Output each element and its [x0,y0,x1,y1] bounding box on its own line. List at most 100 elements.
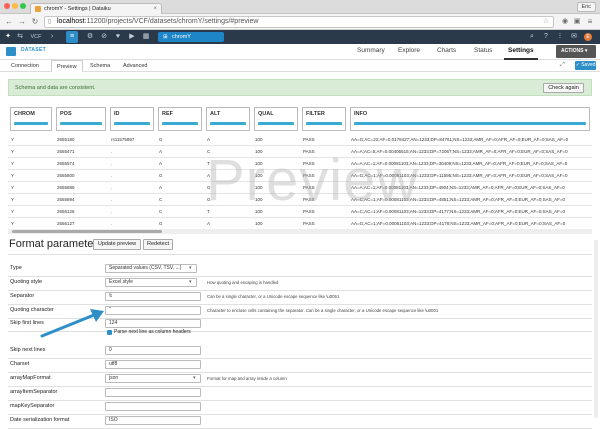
field-input[interactable]: Separated values (CSV, TSV, ...) [105,264,197,273]
current-dataset-pill[interactable]: ⊞ chromY [158,32,224,42]
table-cell: 2655800 [54,170,108,182]
search-icon[interactable]: ⌕ [528,33,536,41]
chevron-down-icon[interactable]: ▾ [193,375,196,381]
annotation-arrow-icon [40,309,104,338]
settings-subtabs: Connection Preview Schema Advanced ⤢ ✓ S… [0,60,600,72]
table-cell: 2656127 [54,218,108,228]
subtab-connection[interactable]: Connection [6,60,44,72]
field-label: arrayItemSeparator [10,389,58,395]
table-cell: . [108,182,156,194]
column-header[interactable]: ID [110,107,154,131]
tab-explore[interactable]: Explore [398,47,420,54]
field-input[interactable]: json [105,374,201,383]
table-cell: . [108,158,156,170]
table-cell: 100 [252,134,300,146]
field-input[interactable] [105,388,201,397]
actions-button[interactable]: ACTIONS ▾ [556,45,596,58]
chevron-down-icon[interactable]: ▾ [189,279,192,285]
field-help: Format for map and array inside a column [207,376,287,381]
dashboard-icon[interactable]: ▦ [142,33,150,41]
row-divider [8,386,592,387]
subtab-preview[interactable]: Preview [51,60,83,72]
column-header[interactable]: ALT [206,107,250,131]
column-header[interactable]: POS [56,107,106,131]
tab-status[interactable]: Status [474,47,492,54]
browser-menu-icon[interactable]: ≡ [585,17,595,27]
notifications-icon[interactable]: ✉ [570,33,578,41]
row-divider [8,414,592,415]
back-icon[interactable]: ← [4,17,14,27]
field-input[interactable]: 0 [105,346,201,355]
table-cell: 2655889 [54,182,108,194]
schema-notice: Schema and data are consistent. Check ag… [8,79,592,96]
browser-user-button[interactable]: Eric [576,2,596,12]
current-dataset-name: chromY [172,34,191,40]
zoom-window-icon[interactable] [20,3,26,9]
chevron-down-icon[interactable]: ▾ [189,265,192,271]
avatar[interactable]: E [584,33,592,41]
project-flow-icon[interactable]: ⇆ [16,33,24,41]
column-header[interactable]: FILTER [302,107,346,131]
project-name[interactable]: VCF [26,30,46,44]
row-divider [8,358,592,359]
minimize-window-icon[interactable] [12,3,18,9]
extension-icon[interactable]: ◉ [560,17,570,27]
tab-settings[interactable]: Settings [504,47,538,60]
run-icon[interactable]: ▶ [128,33,136,41]
horizontal-scrollbar[interactable] [8,229,592,234]
section-divider [8,254,592,255]
subtab-schema[interactable]: Schema [85,60,115,72]
field-label: Skip next lines [10,347,46,353]
field-label: Charset [10,361,30,367]
column-name: QUAL [258,111,274,117]
recipe-icon[interactable]: ⚙ [86,33,94,41]
field-input[interactable]: \t [105,292,201,301]
column-header[interactable]: REF [158,107,202,131]
field-input[interactable] [105,402,201,411]
url-host: localhost [57,18,85,25]
subtab-advanced[interactable]: Advanced [118,60,152,72]
column-header[interactable]: INFO [350,107,590,131]
column-ref: REF [156,104,204,134]
table-cell: 2655471 [54,146,108,158]
url-input[interactable]: ▯ localhost:11200/projects/VCF/datasets/… [44,16,554,28]
saved-button[interactable]: ✓ Saved [575,61,596,70]
update-preview-button[interactable]: Update preview [93,239,141,250]
parse-header-checkbox[interactable] [107,330,112,335]
close-window-icon[interactable] [4,3,10,9]
field-input[interactable]: 124 [105,319,201,328]
scrollbar-thumb[interactable] [12,230,162,233]
dataiku-logo-icon[interactable]: ✦ [4,33,12,41]
tab-charts[interactable]: Charts [437,47,456,54]
reload-icon[interactable]: ↻ [30,17,40,27]
field-help: Can be a single character, or a Unicode … [207,294,340,299]
column-header[interactable]: CHROM [10,107,52,131]
redetect-button[interactable]: Redetect [143,239,173,250]
notebook-icon[interactable]: ⊘ [100,33,108,41]
apps-grid-icon[interactable]: ⁝ [556,33,564,41]
table-cell: . [108,218,156,228]
forward-icon[interactable]: → [17,17,27,27]
column-header[interactable]: QUAL [254,107,298,131]
tab-summary[interactable]: Summary [357,47,385,54]
row-divider [8,400,592,401]
field-input[interactable]: Excel style [105,278,197,287]
expand-icon[interactable]: ⤢ [560,62,565,69]
field-input[interactable]: ISO [105,416,201,425]
column-quality-bar [210,122,246,125]
table-cell: G [156,134,204,146]
help-icon[interactable]: ? [542,33,550,41]
analysis-icon[interactable]: ♥ [114,33,122,41]
url-path: :11200/projects/VCF/datasets/chromY/sett… [84,18,259,25]
field-label: Type [10,265,22,271]
browser-tab[interactable]: chromY - Settings | Dataiku × [30,3,162,14]
check-again-button[interactable]: Check again [543,83,584,93]
vertical-scrollbar[interactable] [594,240,598,418]
close-tab-icon[interactable]: × [153,6,157,12]
field-input[interactable]: utf8 [105,360,201,369]
bookmark-star-icon[interactable]: ☆ [543,17,549,27]
extension-icon-2[interactable]: ▣ [572,17,582,27]
field-input[interactable]: " [105,306,201,315]
field-help: How quoting and escaping is handled [207,280,279,285]
column-quality-bar [60,122,102,125]
